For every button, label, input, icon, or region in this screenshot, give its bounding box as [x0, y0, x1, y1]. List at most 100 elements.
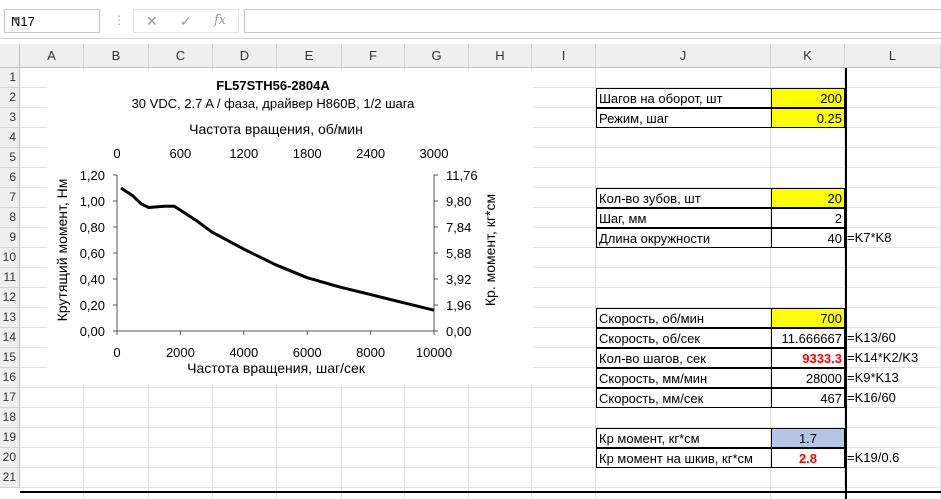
formula-note[interactable]: =K19/0.6 [846, 448, 899, 468]
torque-chart: FL57STH56-2804A 30 VDC, 2.7 A / фаза, др… [47, 70, 533, 385]
row-header[interactable]: 15 [0, 348, 20, 368]
x-tick-label: 4000 [229, 345, 258, 360]
formula-note[interactable]: =K13/60 [846, 328, 896, 348]
y2-tick-label: 7,84 [446, 220, 471, 235]
x2-tick-label: 0 [113, 146, 120, 161]
column-header[interactable]: J [596, 44, 771, 68]
param-value[interactable]: 1.7 [771, 428, 845, 448]
row-header[interactable]: 18 [0, 408, 20, 428]
column-header[interactable]: K [771, 44, 845, 68]
column-header[interactable]: D [213, 44, 277, 68]
param-label[interactable]: Кол-во шагов, сек [596, 348, 771, 368]
x-tick-label: 10000 [416, 345, 452, 360]
x2-axis-label: Частота вращения, об/мин [189, 121, 363, 137]
column-header[interactable]: E [277, 44, 342, 68]
x2-tick-label: 600 [170, 146, 192, 161]
y2-tick-label: 1,96 [446, 298, 471, 313]
formula-note[interactable]: =K14*K2/K3 [846, 348, 918, 368]
param-value[interactable]: 700 [771, 308, 845, 328]
param-label[interactable]: Длина окружности [596, 228, 771, 248]
formula-note[interactable]: =K7*K8 [846, 228, 891, 248]
x2-tick-label: 1200 [229, 146, 258, 161]
formula-input[interactable] [244, 9, 941, 33]
border-line [20, 491, 941, 493]
param-label[interactable]: Шагов на оборот, шт [596, 88, 771, 108]
column-header[interactable]: C [149, 44, 213, 68]
param-label[interactable]: Кр момент, кг*см [596, 428, 771, 448]
row-header[interactable]: 13 [0, 308, 20, 328]
y-tick-label: 0,80 [80, 220, 105, 235]
row-header[interactable]: 2 [0, 88, 20, 108]
x-axis-label: Частота вращения, шаг/сек [187, 360, 366, 376]
cancel-icon[interactable]: ✕ [146, 13, 158, 30]
function-icon[interactable]: fx [214, 13, 226, 28]
check-icon[interactable]: ✓ [180, 13, 192, 30]
y2-tick-label: 0,00 [446, 324, 471, 339]
param-label[interactable]: Режим, шаг [596, 108, 771, 128]
formula-note[interactable]: =K16/60 [846, 388, 896, 408]
param-label[interactable]: Скорость, об/сек [596, 328, 771, 348]
column-header[interactable]: F [342, 44, 405, 68]
column-header[interactable]: B [84, 44, 149, 68]
param-label[interactable]: Скорость, мм/мин [596, 368, 771, 388]
x-tick-label: 8000 [356, 345, 385, 360]
param-value[interactable]: 2.8 [771, 448, 845, 468]
row-header[interactable]: 16 [0, 368, 20, 388]
row-header[interactable]: 19 [0, 428, 20, 448]
formula-bar: N17 ▼ ⋮ ✕ ✓ fx [0, 0, 941, 39]
torque-series-line [120, 186, 435, 312]
y-tick-label: 0,00 [80, 324, 105, 339]
param-value[interactable]: 28000 [771, 368, 845, 388]
param-value[interactable]: 40 [771, 228, 845, 248]
row-header[interactable]: 20 [0, 448, 20, 468]
param-value[interactable]: 467 [771, 388, 845, 408]
y2-tick-label: 11,76 [446, 168, 478, 183]
row-header[interactable]: 11 [0, 268, 20, 288]
y-tick-label: 0,60 [80, 246, 105, 261]
column-header[interactable]: H [469, 44, 532, 68]
formula-note[interactable]: =K9*K13 [846, 368, 899, 388]
chevron-down-icon[interactable]: ▼ [11, 15, 93, 26]
column-header[interactable]: I [532, 44, 596, 68]
border-line [845, 68, 847, 499]
select-all-corner[interactable] [0, 44, 20, 68]
param-label[interactable]: Скорость, об/мин [596, 308, 771, 328]
x2-tick-label: 3000 [420, 146, 449, 161]
param-value[interactable]: 20 [771, 188, 845, 208]
y-tick-label: 0,40 [80, 272, 105, 287]
x-tick-label: 0 [113, 345, 120, 360]
row-header[interactable]: 4 [0, 128, 20, 148]
param-label[interactable]: Шаг, мм [596, 208, 771, 228]
row-header[interactable]: 5 [0, 148, 20, 168]
y2-axis-label: Кр. момент, кг*см [482, 194, 498, 306]
param-value[interactable]: 11.666667 [771, 328, 845, 348]
param-value[interactable]: 9333.3 [771, 348, 845, 368]
param-label[interactable]: Кр момент на шкив, кг*см [596, 448, 771, 468]
more-icon: ⋮ [113, 13, 125, 27]
row-header[interactable]: 7 [0, 188, 20, 208]
row-header[interactable]: 14 [0, 328, 20, 348]
param-label[interactable]: Скорость, мм/сек [596, 388, 771, 408]
formula-actions: ✕ ✓ fx [133, 9, 239, 33]
name-box[interactable]: N17 ▼ [4, 9, 100, 33]
column-header[interactable]: A [20, 44, 84, 68]
param-label[interactable]: Кол-во зубов, шт [596, 188, 771, 208]
row-header[interactable]: 3 [0, 108, 20, 128]
row-header[interactable]: 10 [0, 248, 20, 268]
row-header[interactable]: 17 [0, 388, 20, 408]
gridline [20, 487, 941, 488]
row-header[interactable]: 9 [0, 228, 20, 248]
row-header[interactable]: 8 [0, 208, 20, 228]
x-tick-label: 2000 [166, 345, 195, 360]
row-header[interactable]: 6 [0, 168, 20, 188]
column-header[interactable]: L [845, 44, 941, 68]
column-header[interactable]: G [405, 44, 469, 68]
param-value[interactable]: 0.25 [771, 108, 845, 128]
row-header[interactable]: 21 [0, 468, 20, 488]
y-axis-label: Крутящий момент, Нм [54, 179, 70, 322]
param-value[interactable]: 200 [771, 88, 845, 108]
x2-tick-label: 2400 [356, 146, 385, 161]
param-value[interactable]: 2 [771, 208, 845, 228]
row-header[interactable]: 1 [0, 68, 20, 88]
row-header[interactable]: 12 [0, 288, 20, 308]
